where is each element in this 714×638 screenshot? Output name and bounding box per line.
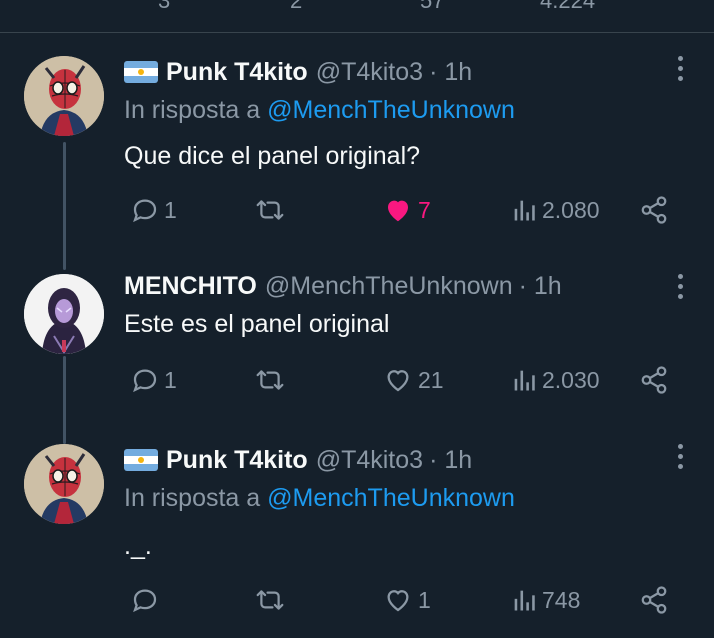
tweet-actions: 1 748 [124,580,684,620]
retweet-button[interactable] [254,580,290,620]
retweet-button[interactable] [254,190,290,230]
more-options-icon[interactable] [670,440,690,472]
heart-icon [388,200,408,222]
tweet-text: ._. [124,532,152,560]
like-count: 21 [418,366,444,393]
avatar[interactable] [24,274,104,354]
reply-mention-link[interactable]: @MenchTheUnknown [267,96,515,124]
share-button[interactable] [638,360,670,400]
more-options-icon[interactable] [670,52,690,84]
previous-tweet-actions: 3 2 57 4.224 [0,0,714,32]
views-button[interactable]: 748 [510,580,580,620]
divider [0,32,714,33]
tweet-actions: 1 21 2.030 [124,360,684,400]
tweet-text: Este es el panel original [124,310,390,338]
like-button[interactable]: 1 [382,580,431,620]
prev-retweet-count: 2 [290,0,303,13]
views-button[interactable]: 2.080 [510,190,600,230]
like-count: 7 [418,196,431,223]
reply-count: 1 [164,366,177,393]
view-count: 2.030 [542,366,600,393]
argentina-flag-icon [124,449,158,471]
tweet-header: Punk T4kito @T4kito3 · 1h [124,444,472,476]
reply-button[interactable]: 1 [130,360,177,400]
share-button[interactable] [638,190,670,230]
reply-prefix: In risposta a [124,484,261,512]
like-count: 1 [418,586,431,613]
share-nodes-icon [641,366,667,394]
speech-bubble-icon [133,589,157,613]
timestamp[interactable]: · 1h [519,272,562,301]
share-nodes-icon [641,196,667,224]
share-button[interactable] [638,580,670,620]
reply-prefix: In risposta a [124,96,261,124]
bar-chart-icon [514,590,535,611]
tweet-text: Que dice el panel original? [124,142,421,170]
more-options-icon[interactable] [670,270,690,302]
bar-chart-icon [514,370,535,391]
retweet-button[interactable] [254,360,290,400]
like-button[interactable]: 21 [382,360,444,400]
bar-chart-icon [514,200,535,221]
user-handle[interactable]: @MenchTheUnknown [265,272,513,301]
heart-icon [387,370,409,392]
display-name[interactable]: MENCHITO [124,272,257,301]
thread-line [63,356,66,444]
reply-context: In risposta a @MenchTheUnknown [124,484,515,516]
avatar[interactable] [24,444,104,524]
prev-view-count: 4.224 [540,0,596,13]
prev-like-count: 57 [420,0,445,13]
user-handle[interactable]: @T4kito3 [316,58,423,87]
tweet-actions: 1 7 2.080 [124,190,684,230]
reply-button[interactable]: 1 [130,190,177,230]
view-count: 2.080 [542,196,600,223]
retweet-arrows-icon [256,370,284,390]
timestamp[interactable]: · 1h [429,58,472,87]
retweet-arrows-icon [256,590,284,610]
like-button[interactable]: 7 [382,190,431,230]
tweet-header: MENCHITO @MenchTheUnknown · 1h [124,270,562,302]
avatar[interactable] [24,56,104,136]
speech-bubble-icon [133,369,157,393]
reply-count: 1 [164,196,177,223]
views-button[interactable]: 2.030 [510,360,600,400]
prev-reply-count: 3 [158,0,171,13]
thread-line [63,142,66,270]
retweet-arrows-icon [256,200,284,220]
tweet-header: Punk T4kito @T4kito3 · 1h [124,56,472,88]
view-count: 748 [542,586,581,613]
argentina-flag-icon [124,61,158,83]
speech-bubble-icon [133,199,157,223]
reply-button[interactable] [130,580,164,620]
reply-mention-link[interactable]: @MenchTheUnknown [267,484,515,512]
display-name[interactable]: Punk T4kito [166,58,308,87]
user-handle[interactable]: @T4kito3 [316,446,423,475]
display-name[interactable]: Punk T4kito [166,446,308,475]
reply-context: In risposta a @MenchTheUnknown [124,96,515,128]
timestamp[interactable]: · 1h [429,446,472,475]
share-nodes-icon [641,586,667,614]
heart-icon [387,590,409,612]
